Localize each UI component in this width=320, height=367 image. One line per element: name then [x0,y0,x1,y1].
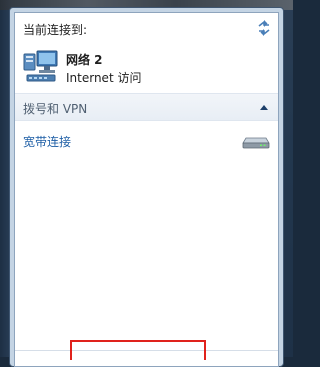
network-flyout: 当前连接到: 网络 2 Internet 访问 拨号和 VPN 宽带连接 [9,7,284,367]
dialup-modem-icon [242,137,270,149]
refresh-icon[interactable] [255,19,273,37]
section-label: 拨号和 VPN [23,102,88,116]
section-dialup-vpn[interactable]: 拨号和 VPN [15,93,278,121]
highlight-box [70,340,206,360]
current-connection-label: 当前连接到: [23,23,88,37]
connection-broadband[interactable]: 宽带连接 [23,133,71,150]
network-access-status: Internet 访问 [66,71,142,85]
chevron-up-icon[interactable] [258,102,270,112]
network-computer-icon [23,50,58,82]
flyout-panel: 当前连接到: 网络 2 Internet 访问 拨号和 VPN 宽带连接 [14,12,279,367]
network-name: 网络 2 [66,53,103,67]
